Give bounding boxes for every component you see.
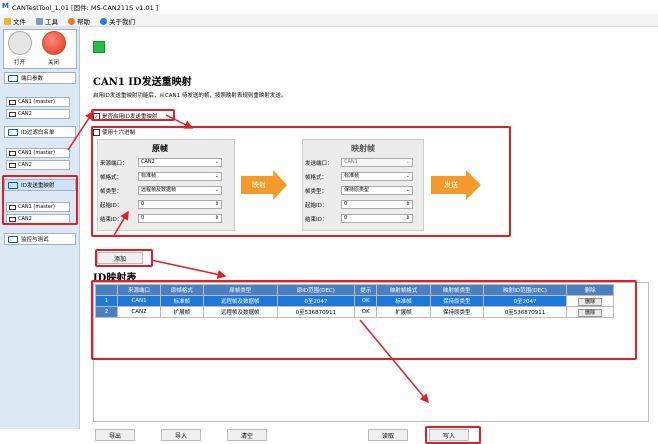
gear-icon — [8, 74, 18, 82]
open-label: 打开 — [14, 60, 26, 66]
label: CAN1 (master) — [18, 150, 55, 156]
read-label: 读取 — [381, 432, 394, 440]
wrench-icon — [36, 17, 43, 25]
label: CAN2 — [18, 111, 32, 117]
menu-about[interactable]: 关于我们 — [100, 16, 135, 26]
status-indicator — [93, 41, 105, 53]
label: CAN2 — [18, 162, 32, 168]
sidebar-item-monitor[interactable]: 监控与测试 — [4, 233, 76, 245]
highlight-box-config — [91, 126, 511, 237]
title-bar: M CANTestTool_1.01 [固件: MS-CAN211S v1.01… — [0, 0, 658, 14]
menu-bar: 文件 工具 帮助 关于我们 — [0, 14, 658, 27]
menu-tools-label: 工具 — [45, 18, 58, 26]
sidebar-subitem-can1[interactable]: CAN1 (master) — [6, 97, 70, 107]
help-icon — [68, 17, 75, 25]
export-button[interactable]: 导出 — [95, 429, 135, 441]
label: ID过滤白名单 — [21, 130, 55, 136]
menu-help-label: 帮助 — [77, 18, 90, 26]
sidebar-item-id-whitelist[interactable]: ID过滤白名单 — [4, 126, 76, 138]
sidebar: 打开 关闭 端口参数 CAN1 (master) CAN2 ID过滤白名单 CA… — [0, 27, 80, 429]
label: 监控与测试 — [21, 237, 49, 243]
port-icon — [9, 111, 16, 117]
menu-file[interactable]: 文件 — [4, 16, 26, 26]
import-button[interactable]: 导入 — [161, 429, 201, 441]
highlight-box-enable — [91, 109, 175, 121]
page-description: 启用ID发送重映射功能后，从CAN1 待发送的帧，按照映射表规则重映射发送。 — [93, 93, 287, 99]
open-button[interactable] — [8, 31, 32, 55]
sidebar-subitem-can2[interactable]: CAN2 — [6, 109, 70, 119]
read-button[interactable]: 读取 — [368, 429, 408, 441]
sidebar-subitem-can1[interactable]: CAN1 (master) — [6, 148, 70, 158]
sidebar-subitem-can2[interactable]: CAN2 — [6, 160, 70, 170]
import-label: 导入 — [174, 432, 187, 440]
info-icon — [100, 17, 107, 25]
sidebar-item-port-params[interactable]: 端口参数 — [4, 72, 76, 84]
menu-about-label: 关于我们 — [109, 18, 135, 26]
highlight-box-table — [91, 280, 637, 360]
window-title: CANTestTool_1.01 [固件: MS-CAN211S v1.01 ] — [12, 4, 159, 12]
close-label: 关闭 — [48, 60, 60, 66]
app-logo-icon: M — [2, 2, 9, 10]
highlight-box-add — [95, 249, 153, 267]
clear-label: 清空 — [240, 432, 253, 440]
menu-help[interactable]: 帮助 — [68, 16, 90, 26]
port-icon — [9, 99, 16, 105]
menu-tools[interactable]: 工具 — [36, 16, 58, 26]
port-icon — [9, 150, 16, 156]
chart-icon — [8, 235, 18, 243]
clear-button[interactable]: 清空 — [227, 429, 267, 441]
highlight-box-sidebar — [2, 175, 78, 225]
folder-icon — [4, 17, 11, 25]
gear-icon — [8, 128, 18, 136]
page-title: CAN1 ID发送重映射 — [93, 77, 192, 88]
export-label: 导出 — [108, 432, 121, 440]
port-icon — [9, 162, 16, 168]
label: CAN1 (master) — [18, 99, 55, 105]
main-content: CAN1 ID发送重映射 启用ID发送重映射功能后，从CAN1 待发送的帧，按照… — [81, 27, 658, 444]
label: 端口参数 — [21, 76, 44, 82]
close-button[interactable] — [42, 31, 66, 55]
menu-file-label: 文件 — [13, 18, 26, 26]
